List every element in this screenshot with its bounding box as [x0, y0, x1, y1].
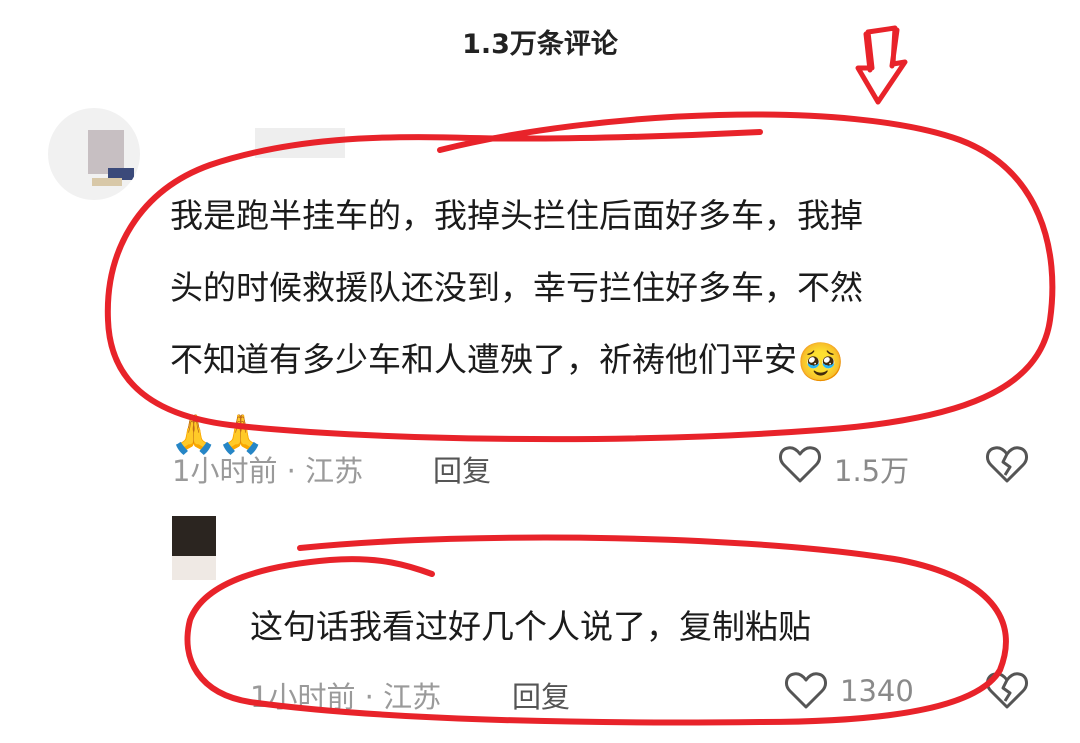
down-arrow-annotation-icon [855, 25, 908, 105]
circle-annotation [104, 111, 1056, 443]
circle-annotation [184, 534, 1009, 726]
annotation-overlay [104, 25, 1056, 726]
